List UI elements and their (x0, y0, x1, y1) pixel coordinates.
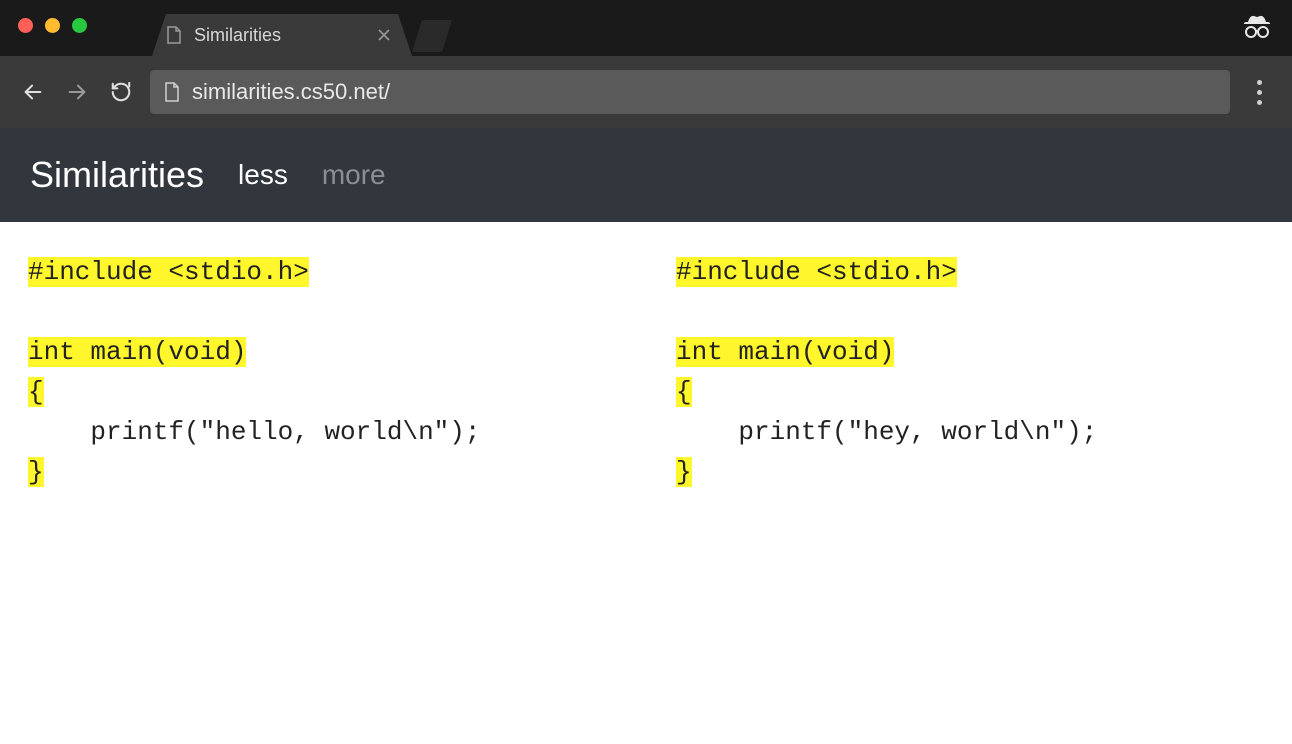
code-segment-highlighted: int main(void) (28, 337, 246, 367)
code-line (28, 292, 616, 332)
url-text: similarities.cs50.net/ (192, 79, 390, 105)
browser-tab[interactable]: Similarities (152, 14, 412, 56)
brand-title: Similarities (30, 154, 204, 196)
code-line: #include <stdio.h> (676, 252, 1264, 292)
back-button[interactable] (18, 77, 48, 107)
code-segment: printf("hey, world\n"); (676, 417, 1097, 447)
code-segment-highlighted: #include <stdio.h> (28, 257, 309, 287)
code-segment-highlighted: { (28, 377, 44, 407)
window-controls (18, 18, 87, 33)
code-line: #include <stdio.h> (28, 252, 616, 292)
code-line: int main(void) (676, 332, 1264, 372)
reload-button[interactable] (106, 77, 136, 107)
address-bar[interactable]: similarities.cs50.net/ (150, 70, 1230, 114)
code-pane-right: #include <stdio.h> int main(void) { print… (676, 252, 1264, 492)
comparison-content: #include <stdio.h> int main(void) { print… (0, 222, 1292, 522)
tab-close-button[interactable] (374, 23, 394, 48)
app-header: Similarities less more (0, 128, 1292, 222)
forward-button[interactable] (62, 77, 92, 107)
code-segment (28, 297, 44, 327)
file-icon (164, 82, 180, 102)
code-line: } (28, 452, 616, 492)
browser-titlebar: Similarities (0, 0, 1292, 56)
code-segment-highlighted: } (676, 457, 692, 487)
code-line: printf("hey, world\n"); (676, 412, 1264, 452)
tab-title: Similarities (194, 25, 362, 46)
tab-strip: Similarities (160, 14, 452, 56)
code-segment: printf("hello, world\n"); (28, 417, 480, 447)
window-minimize-button[interactable] (45, 18, 60, 33)
window-close-button[interactable] (18, 18, 33, 33)
code-line (676, 292, 1264, 332)
code-segment-highlighted: #include <stdio.h> (676, 257, 957, 287)
code-segment-highlighted: } (28, 457, 44, 487)
code-segment (676, 297, 692, 327)
nav-link-more[interactable]: more (322, 159, 386, 191)
code-line: { (676, 372, 1264, 412)
code-pane-left: #include <stdio.h> int main(void) { print… (28, 252, 616, 492)
incognito-icon (1242, 12, 1272, 45)
new-tab-button[interactable] (412, 20, 452, 52)
file-icon (166, 26, 182, 44)
code-line: printf("hello, world\n"); (28, 412, 616, 452)
browser-toolbar: similarities.cs50.net/ (0, 56, 1292, 128)
window-maximize-button[interactable] (72, 18, 87, 33)
code-segment-highlighted: int main(void) (676, 337, 894, 367)
code-segment-highlighted: { (676, 377, 692, 407)
code-line: } (676, 452, 1264, 492)
nav-link-less[interactable]: less (238, 159, 288, 191)
code-line: { (28, 372, 616, 412)
code-line: int main(void) (28, 332, 616, 372)
browser-menu-button[interactable] (1244, 80, 1274, 105)
vertical-dots-icon (1244, 80, 1274, 105)
